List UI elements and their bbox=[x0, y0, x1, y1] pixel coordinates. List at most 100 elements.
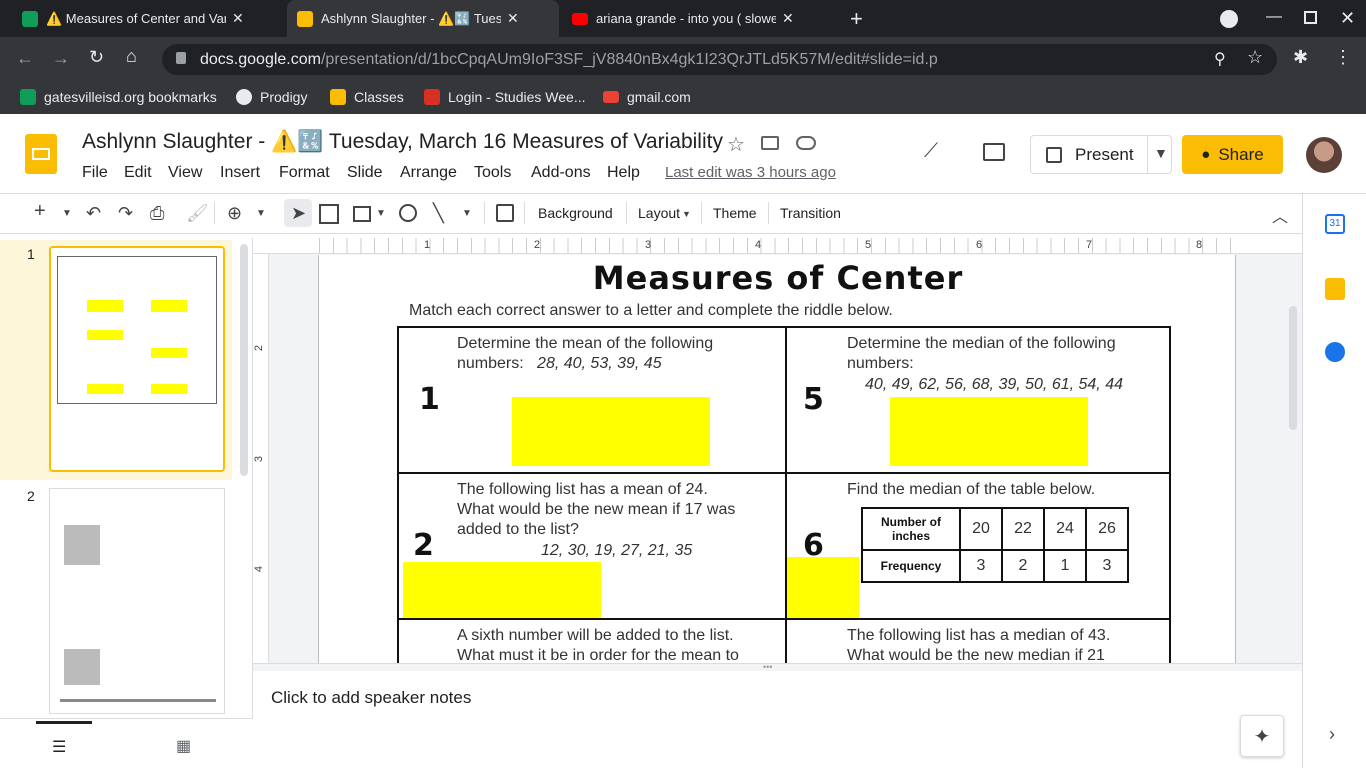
activity-trend-icon[interactable]: ⟋ bbox=[924, 140, 938, 163]
slide-thumbnail-1[interactable] bbox=[49, 246, 225, 472]
bookmark-gmail[interactable]: gmail.com bbox=[603, 89, 691, 105]
menu-edit[interactable]: Edit bbox=[124, 164, 152, 182]
speaker-notes-placeholder[interactable]: Click to add speaker notes bbox=[271, 688, 471, 708]
last-edit-link[interactable]: Last edit was 3 hours ago bbox=[665, 164, 836, 181]
document-title[interactable]: Ashlynn Slaughter - ⚠️🔣 Tuesday, March 1… bbox=[82, 130, 723, 154]
line-icon[interactable]: ╲ bbox=[433, 203, 444, 224]
line-dropdown-icon[interactable]: ▼ bbox=[462, 208, 472, 219]
bookmark-gatesvilleisd[interactable]: gatesvilleisd.org bookmarks bbox=[20, 89, 217, 105]
answer-box-2[interactable] bbox=[403, 562, 601, 620]
new-slide-dropdown-icon[interactable]: ▼ bbox=[62, 208, 72, 219]
paint-format-icon[interactable]: 🖌 bbox=[186, 203, 209, 224]
grid-view-icon[interactable]: ▦ bbox=[176, 736, 191, 756]
calendar-icon[interactable]: 31 bbox=[1325, 214, 1345, 234]
slide-number-1: 1 bbox=[27, 246, 35, 262]
theme-button[interactable]: Theme bbox=[713, 205, 757, 221]
bookmark-studies-weekly[interactable]: Login - Studies Wee... bbox=[424, 89, 585, 105]
back-icon[interactable]: ← bbox=[16, 48, 34, 69]
chrome-menu-icon[interactable]: ⋮ bbox=[1334, 47, 1352, 68]
filmstrip-view-icon[interactable]: ☰ bbox=[52, 737, 66, 757]
layout-button[interactable]: Layout bbox=[638, 205, 680, 221]
keep-icon[interactable] bbox=[1325, 278, 1345, 300]
question-cell-5[interactable]: Determine the median of the following nu… bbox=[785, 326, 1171, 474]
home-icon[interactable]: ⌂ bbox=[126, 46, 137, 67]
share-button[interactable]: ● Share bbox=[1182, 135, 1283, 174]
image-icon[interactable] bbox=[353, 206, 371, 222]
filmstrip-scrollbar[interactable] bbox=[240, 244, 248, 476]
new-tab-button[interactable]: + bbox=[850, 6, 863, 32]
slide-canvas[interactable]: Measures of Center Match each correct an… bbox=[318, 255, 1236, 663]
menu-view[interactable]: View bbox=[168, 164, 202, 182]
close-tab-icon[interactable]: ✕ bbox=[507, 10, 519, 27]
notes-resize-handle[interactable]: ••• bbox=[253, 662, 1302, 672]
cloud-status-icon[interactable] bbox=[796, 136, 816, 150]
bookmark-star-icon[interactable]: ☆ bbox=[1247, 47, 1263, 68]
present-options-icon[interactable]: ▼ bbox=[1154, 145, 1168, 161]
avatar[interactable] bbox=[1306, 137, 1342, 173]
menu-help[interactable]: Help bbox=[607, 164, 640, 182]
globe-icon bbox=[236, 89, 252, 105]
close-tab-icon[interactable]: ✕ bbox=[782, 10, 794, 27]
question-cell-3[interactable]: A sixth number will be added to the list… bbox=[397, 618, 787, 663]
slides-logo-icon[interactable] bbox=[25, 134, 57, 174]
comments-icon[interactable] bbox=[983, 143, 1005, 161]
menu-file[interactable]: File bbox=[82, 164, 108, 182]
print-icon[interactable]: ⎙ bbox=[150, 203, 164, 224]
question-cell-1[interactable]: Determine the mean of the following numb… bbox=[397, 326, 787, 474]
star-icon[interactable]: ☆ bbox=[727, 132, 745, 157]
gmail-icon bbox=[603, 91, 619, 103]
shape-icon[interactable] bbox=[399, 204, 417, 222]
classroom-icon bbox=[22, 10, 38, 27]
address-bar[interactable]: docs.google.com/presentation/d/1bcCpqAUm… bbox=[162, 44, 1277, 75]
answer-box-6[interactable] bbox=[787, 557, 859, 625]
browser-tab-3[interactable]: ariana grande - into you ( slowed ✕ bbox=[562, 0, 834, 37]
answer-box-1[interactable] bbox=[512, 397, 710, 466]
present-button[interactable]: Present ▼ bbox=[1030, 135, 1172, 174]
browser-tab-1[interactable]: ⚠️ Measures of Center and Variability ✕ bbox=[12, 0, 284, 37]
menu-arrange[interactable]: Arrange bbox=[400, 164, 457, 182]
editor-scrollbar[interactable] bbox=[1289, 306, 1297, 430]
menu-insert[interactable]: Insert bbox=[220, 164, 260, 182]
image-dropdown-icon[interactable]: ▼ bbox=[376, 208, 386, 219]
new-slide-icon[interactable]: + bbox=[34, 200, 46, 223]
side-panel: 31 › bbox=[1302, 194, 1366, 768]
select-cursor-icon[interactable]: ➤ bbox=[291, 203, 306, 224]
move-folder-icon[interactable] bbox=[761, 136, 779, 150]
zoom-icon[interactable]: ⊕ bbox=[227, 203, 242, 224]
text-box-icon[interactable] bbox=[319, 204, 339, 224]
speaker-notes[interactable]: Click to add speaker notes ✦ bbox=[253, 671, 1302, 768]
reload-icon[interactable]: ↻ bbox=[89, 47, 104, 68]
layout-dropdown-icon[interactable]: ▼ bbox=[682, 209, 691, 219]
close-window-icon[interactable]: ✕ bbox=[1340, 8, 1355, 29]
slide-title[interactable]: Measures of Center bbox=[319, 259, 1235, 297]
collapse-toolbar-icon[interactable]: ︿ bbox=[1272, 203, 1288, 227]
expand-side-panel-icon[interactable]: › bbox=[1329, 724, 1335, 745]
menu-format[interactable]: Format bbox=[279, 164, 330, 182]
browser-tab-2[interactable]: Ashlynn Slaughter - ⚠️🔣 Tuesday ✕ bbox=[287, 0, 559, 37]
location-icon[interactable]: ⚲ bbox=[1214, 49, 1226, 69]
menu-addons[interactable]: Add-ons bbox=[531, 164, 591, 182]
bookmark-classes[interactable]: Classes bbox=[330, 89, 404, 105]
explore-icon[interactable]: ✦ bbox=[1240, 715, 1284, 757]
zoom-dropdown-icon[interactable]: ▼ bbox=[256, 208, 266, 219]
forward-icon[interactable]: → bbox=[52, 48, 70, 69]
tab-search-icon[interactable] bbox=[1220, 10, 1238, 28]
youtube-icon bbox=[572, 12, 588, 25]
transition-button[interactable]: Transition bbox=[780, 205, 841, 221]
undo-icon[interactable]: ↶ bbox=[86, 203, 101, 224]
tasks-icon[interactable] bbox=[1325, 342, 1345, 362]
minimize-icon[interactable]: — bbox=[1266, 8, 1282, 26]
maximize-icon[interactable] bbox=[1304, 11, 1317, 24]
extensions-icon[interactable]: ✱ bbox=[1293, 47, 1308, 68]
answer-box-5[interactable] bbox=[890, 397, 1088, 466]
slide-thumbnail-2[interactable] bbox=[49, 488, 225, 714]
redo-icon[interactable]: ↷ bbox=[118, 203, 133, 224]
slide-subtitle[interactable]: Match each correct answer to a letter an… bbox=[409, 302, 893, 320]
menu-tools[interactable]: Tools bbox=[474, 164, 511, 182]
background-button[interactable]: Background bbox=[538, 205, 613, 221]
close-tab-icon[interactable]: ✕ bbox=[232, 10, 244, 27]
question-cell-7[interactable]: The following list has a median of 43. W… bbox=[785, 618, 1171, 663]
add-comment-icon[interactable] bbox=[496, 204, 514, 222]
menu-slide[interactable]: Slide bbox=[347, 164, 383, 182]
bookmark-prodigy[interactable]: Prodigy bbox=[236, 89, 307, 105]
